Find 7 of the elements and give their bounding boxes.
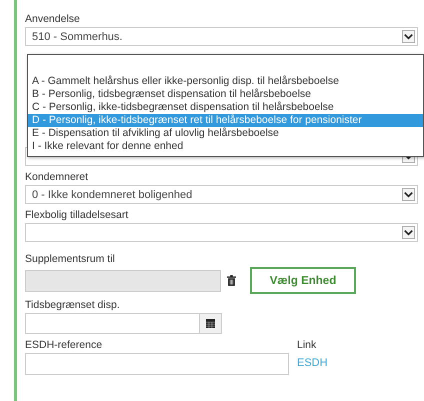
- field-label: Link: [297, 338, 316, 353]
- field-label: Flexbolig tilladelsesart: [25, 208, 128, 223]
- field-label: Supplementsrum til: [25, 252, 115, 267]
- field-label: ESDH-reference: [25, 338, 102, 353]
- field-label: Kondemneret: [25, 170, 88, 185]
- field-label: Tidsbegrænset disp.: [25, 298, 120, 313]
- field-label: Anvendelse: [25, 12, 80, 27]
